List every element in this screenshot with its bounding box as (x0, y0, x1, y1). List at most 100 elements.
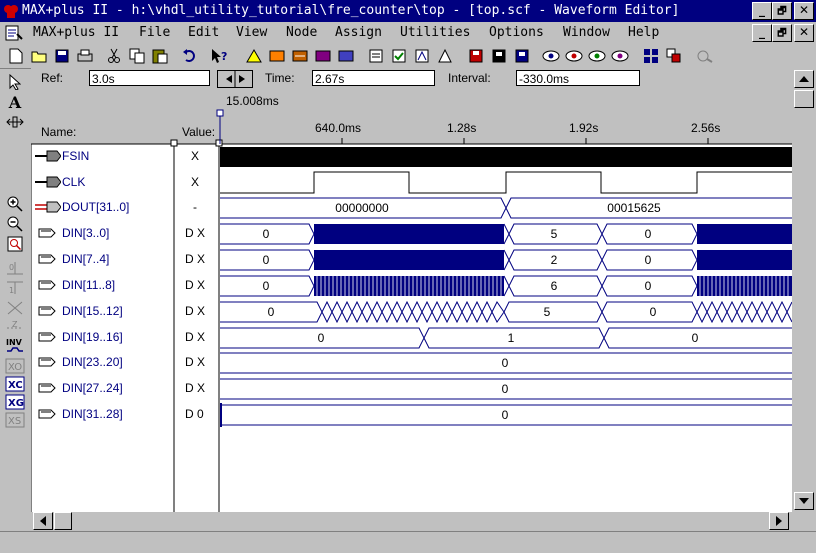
horizontal-scroll-thumb[interactable] (54, 512, 72, 530)
wave-din-23-20[interactable]: 0 (220, 352, 792, 374)
wave-fsin[interactable] (220, 147, 792, 167)
save-disk-icon[interactable] (52, 46, 71, 65)
selection-arrow-icon[interactable] (4, 72, 26, 92)
simulator-icon[interactable] (313, 46, 332, 65)
timing-analyzer-icon[interactable] (336, 46, 355, 65)
maxplus-app-icon[interactable] (3, 3, 19, 19)
save-compile-icon[interactable] (412, 46, 431, 65)
menu-node[interactable]: Node (286, 25, 317, 40)
signal-name-dout[interactable]: DOUT[31..0] (62, 200, 129, 214)
menu-help[interactable]: Help (628, 25, 659, 40)
find-destination-icon[interactable] (587, 46, 606, 65)
bus-pin-icon (38, 332, 56, 342)
wave-din-11-8-seg-0: 0 (263, 279, 270, 293)
close-button[interactable]: ✕ (794, 2, 814, 20)
menu-options[interactable]: Options (489, 25, 544, 40)
signal-name-din-7-4[interactable]: DIN[7..4] (62, 252, 109, 266)
menu-assign[interactable]: Assign (335, 25, 382, 40)
open-folder-icon[interactable] (29, 46, 48, 65)
signal-name-din-23-20[interactable]: DIN[23..20] (62, 355, 123, 369)
document-icon[interactable] (3, 24, 25, 42)
project-compile-icon[interactable] (489, 46, 508, 65)
svg-text:XS: XS (8, 416, 21, 427)
minimize-button[interactable]: _ (752, 2, 772, 20)
undo-icon[interactable] (180, 46, 199, 65)
overwrite-group-icon[interactable]: XG (4, 392, 26, 412)
wave-din-7-4[interactable]: 0 2 0 (220, 249, 792, 271)
vertical-scroll-thumb[interactable] (794, 90, 814, 108)
doc-minimize-button[interactable]: _ (752, 24, 772, 42)
menu-file[interactable]: File (139, 25, 170, 40)
svg-text:XC: XC (8, 380, 23, 391)
fit-in-window-icon[interactable] (4, 234, 26, 254)
signal-name-din-11-8[interactable]: DIN[11..8] (62, 278, 115, 292)
copy-icon[interactable] (127, 46, 146, 65)
wave-clk[interactable] (220, 171, 792, 194)
signal-name-din-27-24[interactable]: DIN[27..24] (62, 381, 123, 395)
signal-name-din-15-12[interactable]: DIN[15..12] (62, 304, 123, 318)
signal-name-din-3-0[interactable]: DIN[3..0] (62, 226, 109, 240)
zoom-in-icon[interactable] (4, 194, 26, 214)
save-check-icon[interactable] (389, 46, 408, 65)
paste-clipboard-icon[interactable] (150, 46, 169, 65)
hierarchy-warning-icon[interactable] (244, 46, 263, 65)
wave-din-19-16-seg-2: 0 (692, 331, 699, 345)
wave-din-3-0[interactable]: 0 5 0 (220, 223, 792, 245)
menu-maxplus[interactable]: MAX+plus II (33, 25, 119, 40)
print-icon[interactable] (75, 46, 94, 65)
horizontal-scrollbar[interactable] (31, 512, 792, 530)
doc-restore-button[interactable]: 🗗 (772, 24, 792, 42)
find-error-icon[interactable] (610, 46, 629, 65)
cascade-windows-icon[interactable] (664, 46, 683, 65)
cut-scissors-icon[interactable] (104, 46, 123, 65)
bus-pin-icon (38, 357, 56, 367)
force-unknown-icon (4, 298, 26, 318)
wave-din-31-28[interactable]: 0 (220, 403, 792, 427)
compiler-icon[interactable] (290, 46, 309, 65)
project-save-icon[interactable] (466, 46, 485, 65)
wave-din-11-8-seg-1: 6 (551, 279, 558, 293)
signal-name-clk[interactable]: CLK (62, 175, 85, 189)
invert-icon[interactable]: INV (4, 336, 26, 356)
save-simulate-icon[interactable] (435, 46, 454, 65)
scroll-right-arrow-icon[interactable] (769, 512, 789, 530)
new-file-icon[interactable] (6, 46, 25, 65)
wave-din-7-4-seg-1: 2 (551, 253, 558, 267)
signal-name-din-19-16[interactable]: DIN[19..16] (62, 330, 123, 344)
waveform-traces[interactable]: 00000000 00015625 0 5 0 0 2 0 0 6 0 0 5 … (219, 144, 792, 434)
help-pointer-icon[interactable]: ? (210, 46, 229, 65)
signal-value-din-11-8: D X (185, 278, 206, 292)
signal-name-fsin[interactable]: FSIN (62, 149, 89, 163)
overwrite-clock-icon[interactable]: XC (4, 374, 26, 394)
zoom-out-icon[interactable] (4, 214, 26, 234)
menu-window[interactable]: Window (563, 25, 610, 40)
signal-value-din-15-12: D X (185, 304, 206, 318)
menu-edit[interactable]: Edit (188, 25, 219, 40)
wave-dout[interactable]: 00000000 00015625 (220, 197, 792, 219)
project-simulate-icon[interactable] (512, 46, 531, 65)
wave-din-27-24[interactable]: 0 (220, 378, 792, 400)
doc-close-button[interactable]: ✕ (794, 24, 814, 42)
scroll-up-arrow-icon[interactable] (794, 70, 814, 88)
scroll-down-arrow-icon[interactable] (794, 492, 814, 510)
floorplan-icon[interactable] (267, 46, 286, 65)
tile-windows-icon[interactable] (641, 46, 660, 65)
signal-name-din-31-28[interactable]: DIN[31..28] (62, 407, 123, 421)
vertical-scrollbar[interactable] (792, 68, 816, 512)
bus-pin-icon (38, 383, 56, 393)
wave-din-15-12-seg-1: 5 (544, 305, 551, 319)
wave-din-7-4-seg-2: 0 (645, 253, 652, 267)
scroll-left-arrow-icon[interactable] (33, 512, 53, 530)
wave-din-3-0-seg-2: 0 (645, 227, 652, 241)
menu-utilities[interactable]: Utilities (400, 25, 470, 40)
menu-view[interactable]: View (236, 25, 267, 40)
wave-din-15-12[interactable]: 0 5 0 (220, 300, 792, 324)
zoom-fit-icon[interactable] (4, 112, 26, 132)
text-tool-icon[interactable]: A (4, 92, 26, 112)
wave-din-19-16[interactable]: 0 1 0 (220, 327, 792, 349)
restore-button[interactable]: 🗗 (772, 2, 792, 20)
wave-din-11-8[interactable]: 0 6 0 (220, 275, 792, 297)
find-source-icon[interactable] (564, 46, 583, 65)
find-node-icon[interactable] (541, 46, 560, 65)
programmer-icon[interactable] (366, 46, 385, 65)
